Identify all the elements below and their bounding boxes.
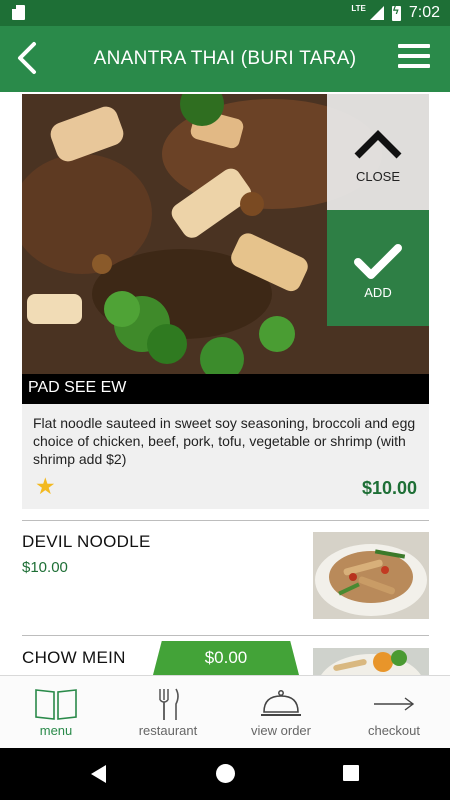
chow-mein-photo — [313, 648, 429, 675]
nav-view-order-label: view order — [251, 723, 311, 738]
signal-icon — [369, 6, 384, 20]
star-icon[interactable]: ★ — [35, 475, 56, 498]
nav-checkout-label: checkout — [367, 723, 421, 738]
sd-card-icon — [12, 5, 25, 20]
back-button[interactable] — [12, 40, 42, 76]
system-nav-bar — [0, 748, 450, 800]
chevron-up-icon — [354, 130, 402, 159]
cart-total-tab[interactable]: $0.00 — [153, 641, 299, 675]
nav-menu-label: menu — [39, 723, 73, 738]
book-icon — [35, 689, 77, 720]
add-label: ADD — [364, 285, 392, 300]
chevron-left-icon — [18, 42, 36, 74]
nav-restaurant-label: restaurant — [138, 723, 198, 738]
close-label: CLOSE — [355, 169, 401, 184]
devil-noodle-photo — [313, 532, 429, 619]
divider — [22, 635, 429, 636]
nav-checkout[interactable]: checkout — [338, 676, 450, 749]
hamburger-icon — [398, 44, 430, 48]
checkmark-icon — [354, 244, 402, 279]
cloche-icon — [261, 690, 301, 716]
menu-item-devil-noodle[interactable]: DEVIL NOODLE $10.00 — [22, 532, 429, 624]
status-bar: LTE 7:02 — [0, 0, 450, 26]
restaurant-title: ANANTRA THAI (BURI TARA) — [93, 48, 357, 69]
home-circle-icon[interactable] — [216, 764, 235, 783]
network-type: LTE — [351, 3, 366, 13]
back-triangle-icon[interactable] — [91, 765, 106, 783]
hamburger-menu-button[interactable] — [398, 44, 430, 72]
nav-restaurant[interactable]: restaurant — [112, 676, 224, 749]
add-to-order-button[interactable]: ADD — [327, 210, 429, 326]
bottom-nav: menu restaurant view order checkout — [0, 675, 450, 748]
featured-item-details: Flat noodle sauteed in sweet soy seasoni… — [22, 404, 429, 509]
item-price: $10.00 — [22, 559, 68, 576]
nav-menu[interactable]: menu — [0, 676, 112, 749]
close-button[interactable]: CLOSE — [327, 94, 429, 210]
menu-list[interactable]: CLOSE ADD PAD SEE EW Flat noodle sauteed… — [0, 92, 450, 675]
fork-knife-icon — [159, 688, 179, 720]
divider — [22, 520, 429, 521]
recents-square-icon[interactable] — [343, 765, 359, 781]
featured-item-price: $10.00 — [361, 478, 417, 498]
arrow-right-icon — [374, 697, 415, 711]
app-bar: ANANTRA THAI (BURI TARA) — [0, 26, 450, 92]
nav-view-order[interactable]: view order — [225, 676, 337, 749]
featured-item-name: PAD SEE EW — [22, 374, 429, 404]
featured-item-card: CLOSE ADD PAD SEE EW Flat noodle sauteed… — [22, 94, 429, 509]
battery-icon — [391, 5, 401, 21]
featured-item-description: Flat noodle sauteed in sweet soy seasoni… — [33, 415, 416, 467]
item-name: DEVIL NOODLE — [22, 532, 151, 551]
clock: 7:02 — [408, 4, 440, 21]
item-name: CHOW MEIN — [22, 648, 126, 667]
